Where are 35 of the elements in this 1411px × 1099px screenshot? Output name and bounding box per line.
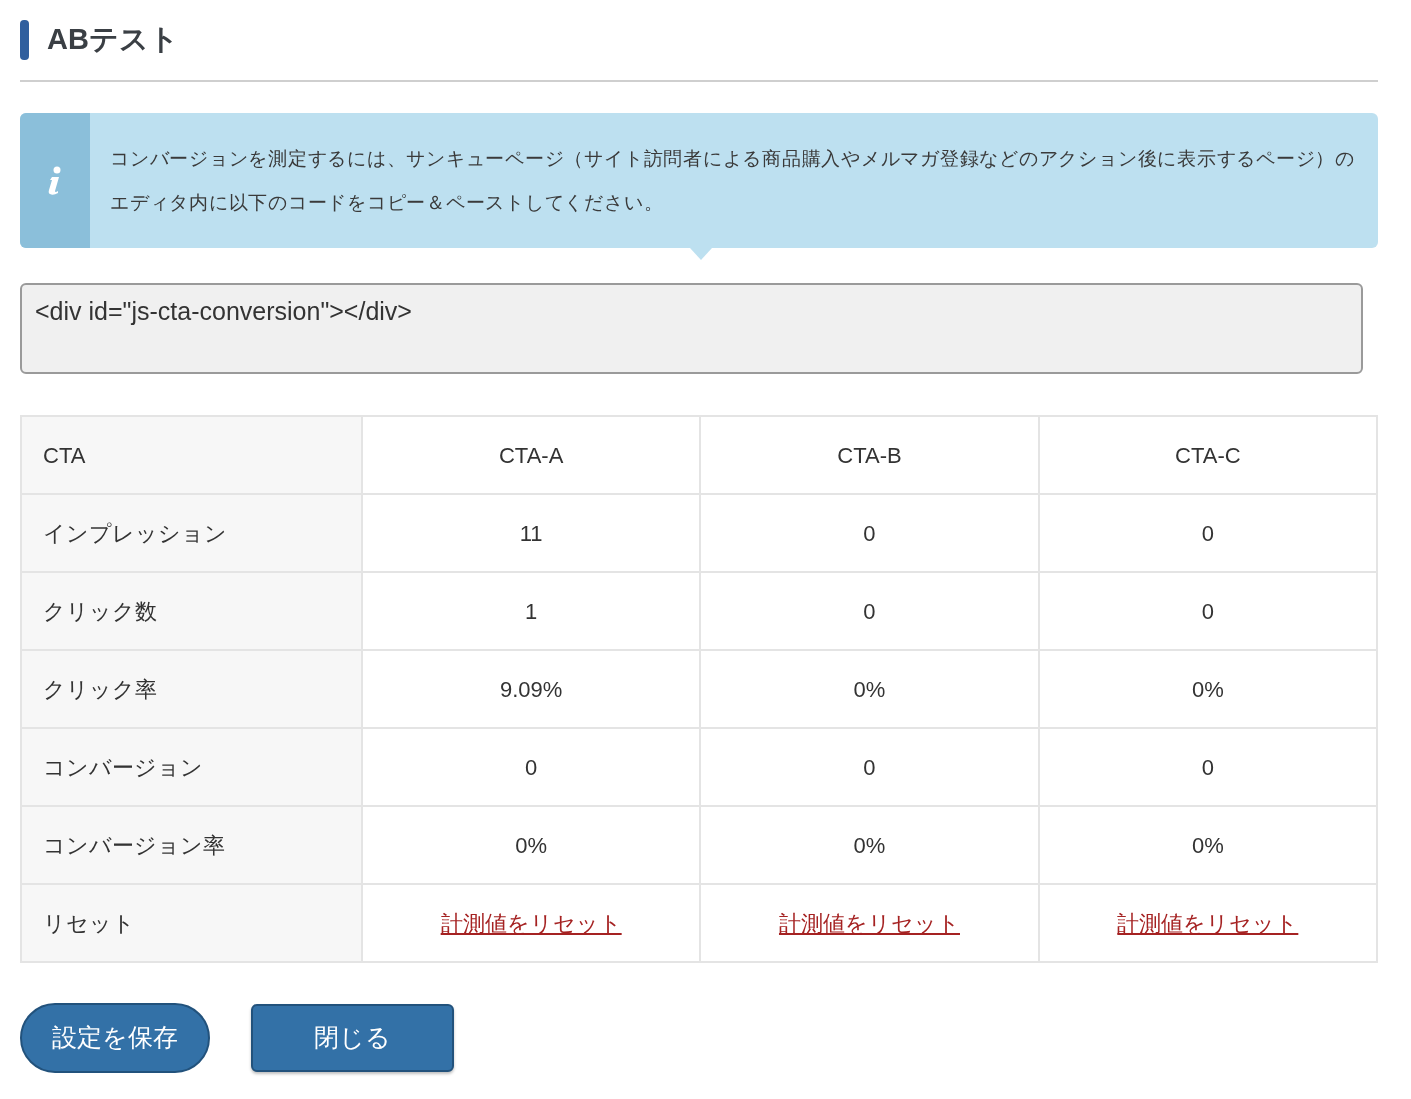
table-cell: 9.09% [499,676,563,702]
table-cell: 0 [863,754,876,780]
column-header: CTA [21,416,362,494]
info-message: コンバージョンを測定するには、サンキューページ（サイト訪問者による商品購入やメルマガ登録などのアクション後に表示するページ）のエディタ内に以下のコードをコピー＆ペーストしてください。 [109,147,1356,215]
row-label: リセット [21,884,362,962]
reset-link[interactable]: 計測値をリセット [1117,910,1299,936]
table-cell: 0 [1201,520,1214,546]
table-cell: 1 [525,598,538,624]
table-cell: 0 [1201,754,1214,780]
table-cell: 0% [853,832,886,858]
section-title: ABテスト [47,22,179,58]
column-header: CTA-B [700,416,1039,494]
table-cell: 0% [853,676,886,702]
reset-link[interactable]: 計測値をリセット [779,910,960,936]
table-cell: 0 [863,520,876,546]
save-button[interactable]: 設定を保存 [20,1003,210,1073]
table-cell: 0% [1191,832,1224,858]
row-label: クリック数 [21,572,362,650]
table-cell: 0% [1191,676,1224,702]
close-button[interactable]: 閉じる [251,1004,454,1072]
code-field[interactable]: <div id="js-cta-conversion"></div> [20,283,1363,374]
row-label: クリック率 [21,650,362,728]
table-cell: 0 [1201,598,1214,624]
heading-accent-bar [20,20,29,60]
column-header: CTA-A [362,416,701,494]
row-label: コンバージョン率 [21,806,362,884]
info-icon [48,165,62,196]
table-cell: 0% [515,832,548,858]
table-cell: 11 [519,520,543,546]
table-cell: 0 [525,754,538,780]
table-cell: 0 [863,598,876,624]
column-header: CTA-C [1038,416,1377,494]
row-label: コンバージョン [21,728,362,806]
row-label: インプレッション [21,494,362,572]
reset-link[interactable]: 計測値をリセット [440,910,622,936]
